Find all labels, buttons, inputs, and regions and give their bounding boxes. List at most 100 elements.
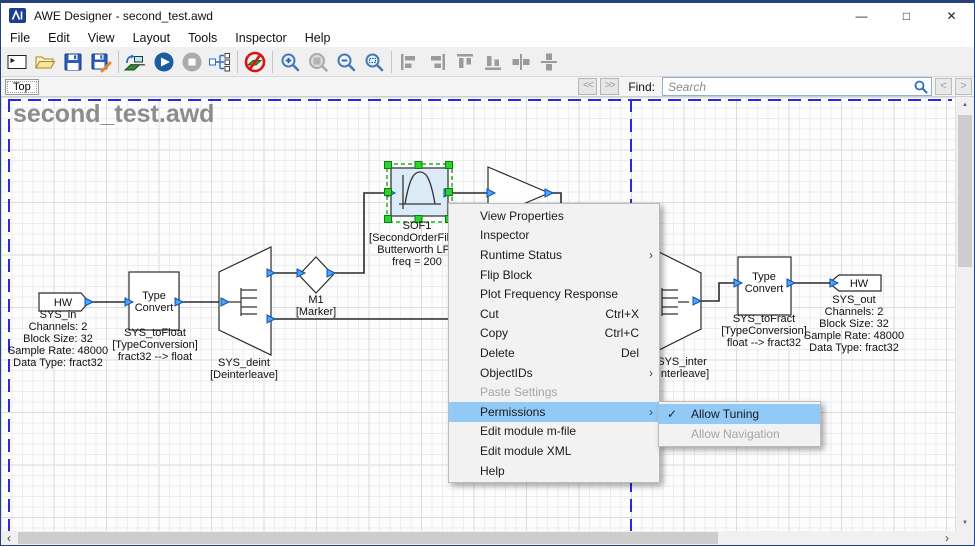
maximize-button[interactable]: □ <box>884 3 929 28</box>
menu-item-delete[interactable]: DeleteDel <box>449 343 659 363</box>
submenu-item-allow-tuning[interactable]: ✓Allow Tuning <box>659 404 820 424</box>
menu-item-objectids[interactable]: ObjectIDs› <box>449 363 659 383</box>
align-bottom-button[interactable] <box>480 49 506 75</box>
no-hardware-icon <box>243 50 267 74</box>
menu-item-help[interactable]: Help <box>449 461 659 481</box>
menu-item-cut[interactable]: CutCtrl+X <box>449 304 659 324</box>
zoom-actual-icon <box>307 51 329 73</box>
submenu-arrow-icon: › <box>643 248 653 262</box>
horizontal-scrollbar[interactable]: ‹ › <box>1 531 955 545</box>
menu-item-view-properties[interactable]: View Properties <box>449 206 659 226</box>
menu-edit[interactable]: Edit <box>39 28 79 47</box>
selection-handle[interactable] <box>385 162 392 169</box>
zoom-region-button[interactable] <box>361 49 387 75</box>
save-as-button[interactable] <box>88 49 114 75</box>
menu-help[interactable]: Help <box>296 28 340 47</box>
find-next-button[interactable]: > <box>955 78 972 95</box>
align-right-button[interactable] <box>424 49 450 75</box>
align-top-icon <box>454 51 476 73</box>
zoom-out-button[interactable] <box>333 49 359 75</box>
new-design-icon <box>6 51 28 73</box>
toolbar-separator <box>237 51 238 73</box>
vertical-scroll-thumb[interactable] <box>958 115 972 267</box>
align-left-button[interactable] <box>396 49 422 75</box>
zoom-in-button[interactable] <box>277 49 303 75</box>
menu-item-permissions[interactable]: Permissions› <box>449 402 659 422</box>
zoom-actual-button[interactable] <box>305 49 331 75</box>
output-port[interactable] <box>85 298 93 306</box>
permissions-submenu: ✓Allow Tuning Allow Navigation <box>658 401 821 447</box>
align-top-button[interactable] <box>452 49 478 75</box>
tab-top[interactable]: Top <box>5 79 39 95</box>
close-button[interactable]: ✕ <box>929 3 974 28</box>
scrollbar-corner <box>955 531 974 545</box>
sys-inter-label: SYS_inter[Interleave] <box>655 356 709 380</box>
zoom-in-icon <box>279 51 301 73</box>
selection-handle[interactable] <box>385 189 392 196</box>
new-design-button[interactable] <box>4 49 30 75</box>
selection-handle[interactable] <box>446 189 453 196</box>
menu-file[interactable]: File <box>1 28 39 47</box>
menu-item-plot-frequency-response[interactable]: Plot Frequency Response <box>449 284 659 304</box>
sof1-block[interactable] <box>391 168 448 216</box>
minimize-button[interactable]: — <box>839 3 884 28</box>
stop-icon <box>181 51 203 73</box>
routing-tree-button[interactable] <box>207 49 233 75</box>
align-center-horizontal-button[interactable] <box>508 49 534 75</box>
search-icon <box>914 80 928 94</box>
save-button[interactable] <box>60 49 86 75</box>
toolbar-separator <box>272 51 273 73</box>
align-left-icon <box>398 51 420 73</box>
zoom-out-icon <box>335 51 357 73</box>
find-prev-button[interactable]: < <box>935 78 952 95</box>
menu-item-edit-module-m-file[interactable]: Edit module m-file <box>449 422 659 442</box>
find-label: Find: <box>628 80 655 94</box>
menu-layout[interactable]: Layout <box>124 28 180 47</box>
menu-item-inspector[interactable]: Inspector <box>449 226 659 246</box>
menu-view[interactable]: View <box>79 28 124 47</box>
align-center-vertical-button[interactable] <box>536 49 562 75</box>
zoom-region-icon <box>363 51 385 73</box>
horizontal-scroll-thumb[interactable] <box>18 532 718 544</box>
scroll-right-arrow[interactable]: › <box>939 531 955 545</box>
selection-handle[interactable] <box>446 162 453 169</box>
menu-item-runtime-status[interactable]: Runtime Status› <box>449 245 659 265</box>
save-as-icon <box>90 51 112 73</box>
save-icon <box>62 51 84 73</box>
search-input[interactable] <box>666 79 914 95</box>
sys-in-shape-label: HW <box>54 297 73 309</box>
selection-handle[interactable] <box>415 162 422 169</box>
play-button[interactable] <box>151 49 177 75</box>
scroll-left-arrow[interactable]: ‹ <box>1 531 17 545</box>
output-port[interactable] <box>545 189 553 197</box>
routing-tree-icon <box>208 51 232 73</box>
title-bar: AWE Designer - second_test.awd — □ ✕ <box>1 3 974 28</box>
menu-item-edit-module-xml[interactable]: Edit module XML <box>449 441 659 461</box>
find-forward-button[interactable]: >> <box>600 78 619 95</box>
stop-button[interactable] <box>179 49 205 75</box>
search-box <box>662 77 932 96</box>
find-back-button[interactable]: << <box>578 78 597 95</box>
checkmark-icon: ✓ <box>667 407 691 421</box>
menu-tools[interactable]: Tools <box>179 28 226 47</box>
menu-item-flip-block[interactable]: Flip Block <box>449 265 659 285</box>
no-hardware-button[interactable] <box>242 49 268 75</box>
design-canvas[interactable]: second_test.awd <box>1 97 955 531</box>
menu-bar: File Edit View Layout Tools Inspector He… <box>1 28 974 47</box>
connect-target-button[interactable] <box>123 49 149 75</box>
submenu-arrow-icon: › <box>643 405 653 419</box>
align-center-vertical-icon <box>538 51 560 73</box>
scroll-down-arrow[interactable]: ▼ <box>956 515 974 531</box>
open-file-button[interactable] <box>32 49 58 75</box>
sys-tofloat-label: SYS_toFloat[TypeConversion]fract32 --> f… <box>112 327 198 363</box>
scroll-up-arrow[interactable]: ▲ <box>956 97 974 113</box>
app-window: AWE Designer - second_test.awd — □ ✕ Fil… <box>0 0 975 546</box>
m1-label: M1[Marker] <box>296 294 336 318</box>
app-icon <box>9 8 26 23</box>
play-icon <box>153 51 175 73</box>
vertical-scrollbar[interactable]: ▲ ▼ <box>955 97 974 531</box>
align-right-icon <box>426 51 448 73</box>
menu-inspector[interactable]: Inspector <box>226 28 295 47</box>
wire[interactable] <box>701 283 736 301</box>
menu-item-copy[interactable]: CopyCtrl+C <box>449 324 659 344</box>
